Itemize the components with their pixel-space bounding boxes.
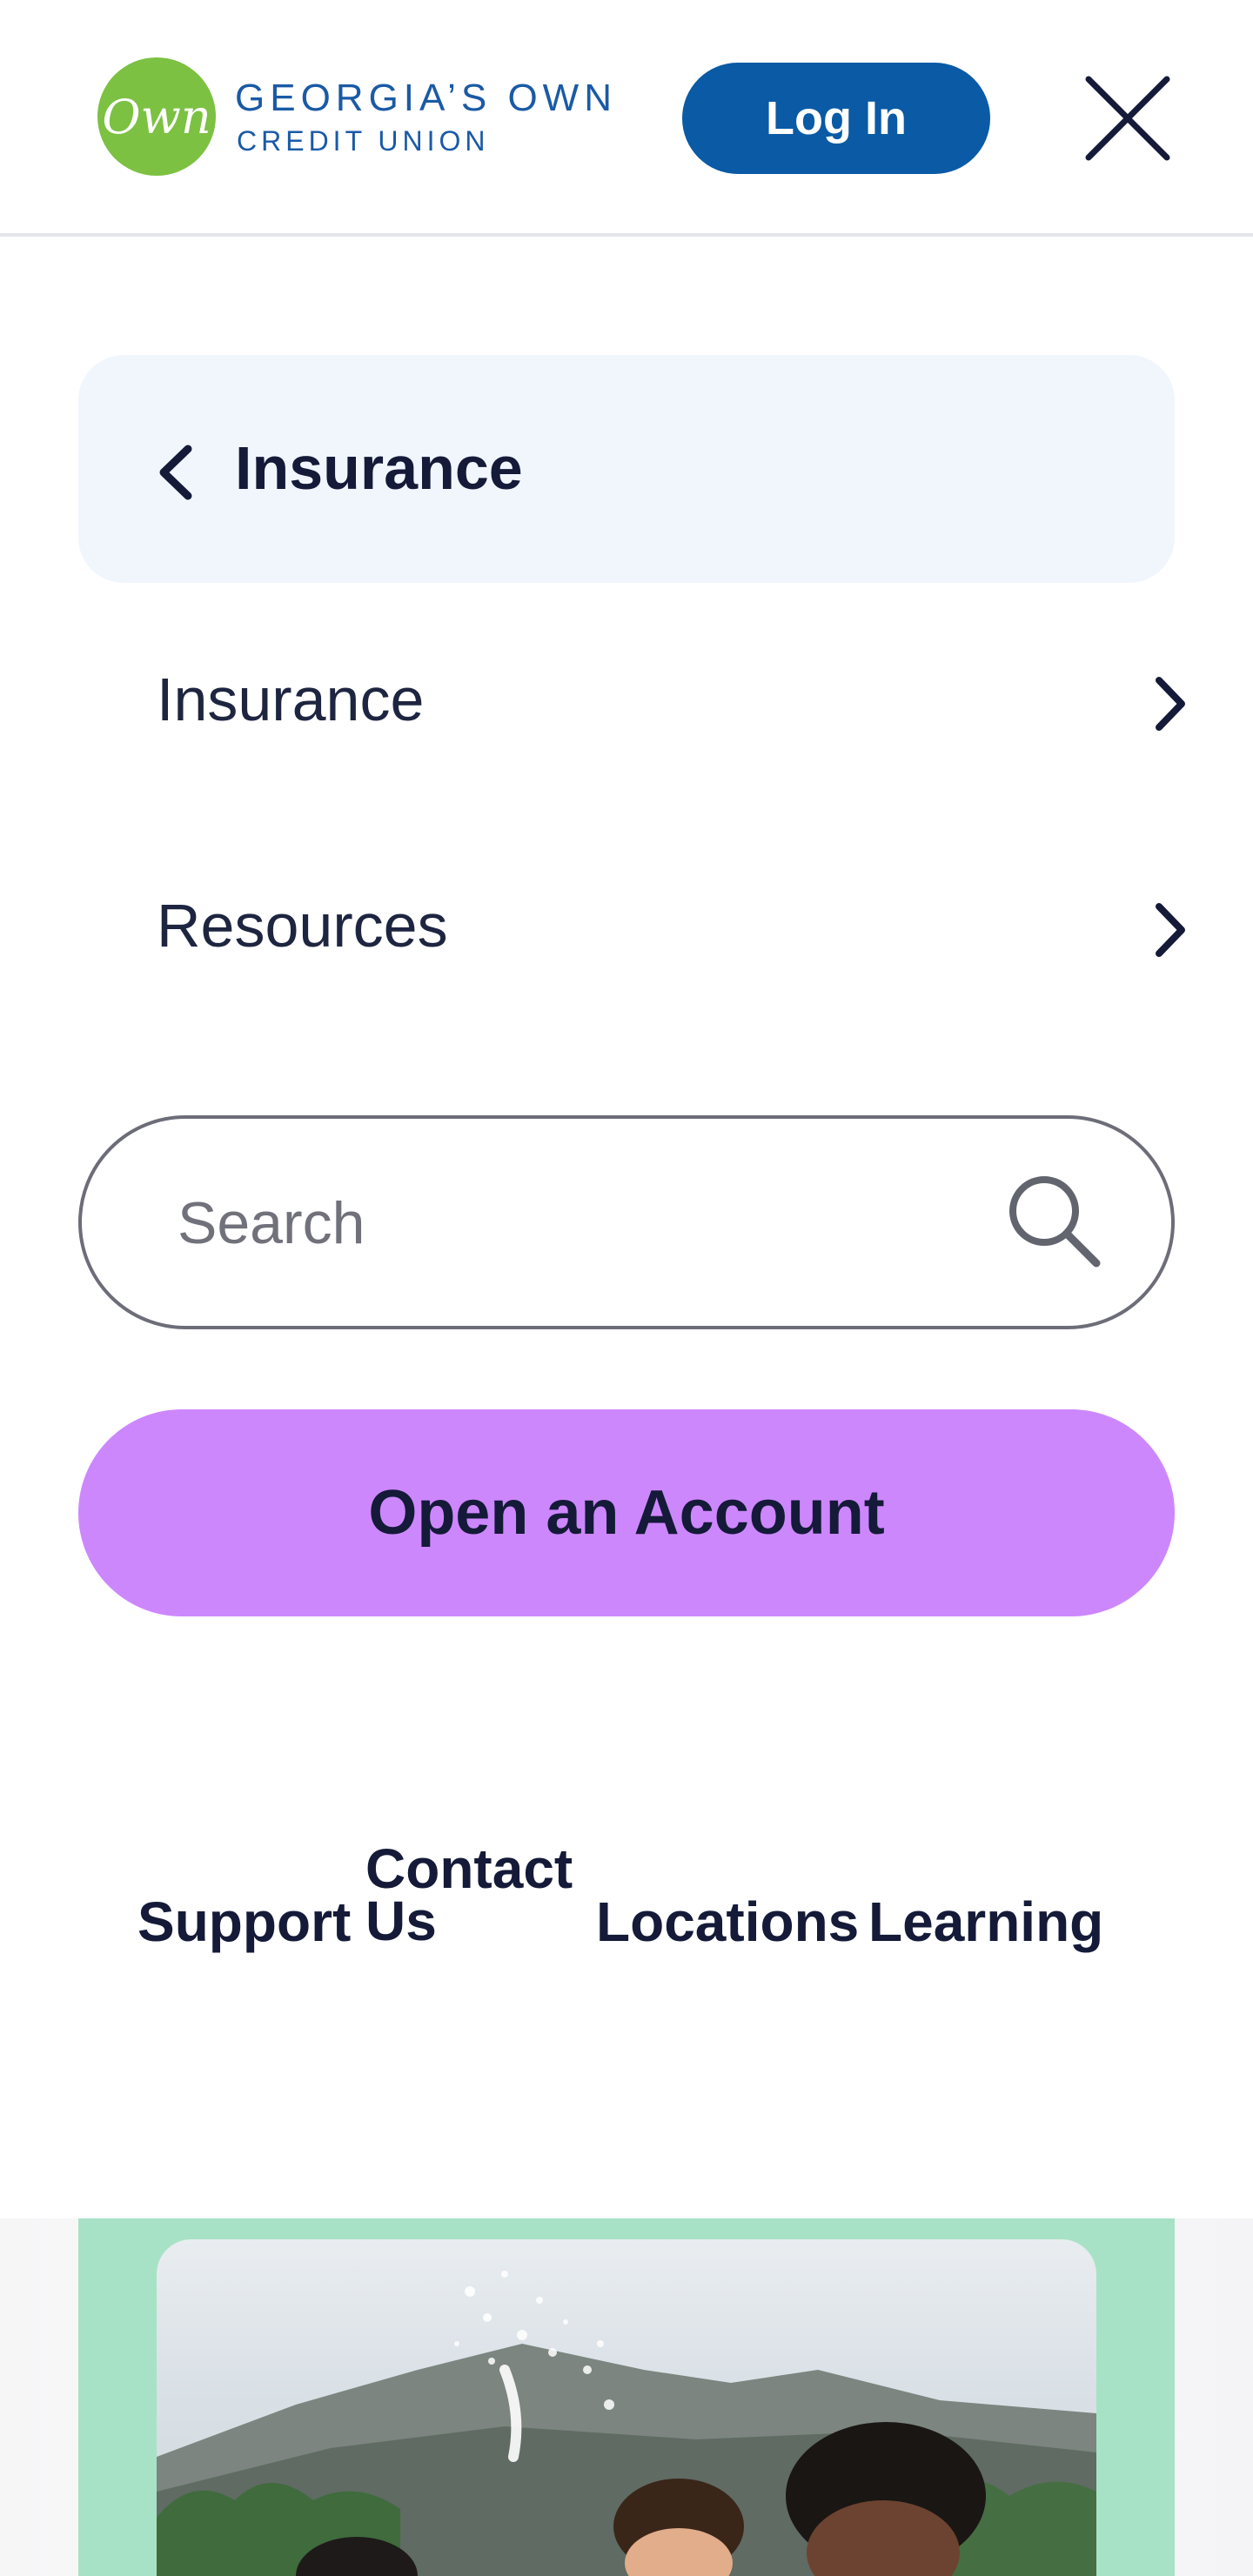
contact-us-link[interactable]: Contact Us: [365, 1837, 573, 1952]
search-submit-button[interactable]: [1002, 1169, 1105, 1272]
menu-item-resources[interactable]: Resources: [157, 872, 1201, 976]
search-box: [78, 1115, 1175, 1329]
search-icon: [1009, 1176, 1101, 1268]
site-header: Own GEORGIA’S OWN CREDIT UNION Log In: [0, 0, 1253, 237]
open-account-button[interactable]: Open an Account: [78, 1409, 1175, 1616]
logo-wordmark-line2: CREDIT UNION: [237, 125, 490, 157]
chevron-left-icon: [159, 445, 192, 500]
learning-link[interactable]: Learning: [868, 1894, 1103, 1950]
promo-card[interactable]: [78, 2218, 1175, 2576]
logo-wordmark-line1: GEORGIA’S OWN: [235, 77, 617, 119]
menu-back-button[interactable]: Insurance: [78, 355, 1175, 583]
menu-section-title: Insurance: [235, 434, 523, 502]
menu-item-label: Insurance: [157, 666, 425, 733]
search-input[interactable]: [178, 1171, 961, 1275]
support-link[interactable]: Support: [137, 1894, 351, 1950]
locations-link[interactable]: Locations: [596, 1894, 859, 1950]
logo-mark: Own: [97, 57, 216, 176]
photo-illustration: [157, 2271, 1096, 2576]
contact-us-line1: Contact: [365, 1837, 573, 1900]
close-icon: [1085, 76, 1170, 161]
chevron-right-icon: [1156, 677, 1185, 731]
menu-item-insurance[interactable]: Insurance: [157, 646, 1201, 750]
chevron-right-icon: [1156, 903, 1185, 957]
close-menu-button[interactable]: [1075, 66, 1180, 171]
promo-family-photo: [157, 2239, 1096, 2576]
georgias-own-logo[interactable]: Own GEORGIA’S OWN CREDIT UNION: [97, 57, 654, 176]
menu-item-label: Resources: [157, 892, 448, 960]
log-in-button[interactable]: Log In: [682, 63, 990, 174]
contact-us-line2: Us: [365, 1890, 437, 1952]
